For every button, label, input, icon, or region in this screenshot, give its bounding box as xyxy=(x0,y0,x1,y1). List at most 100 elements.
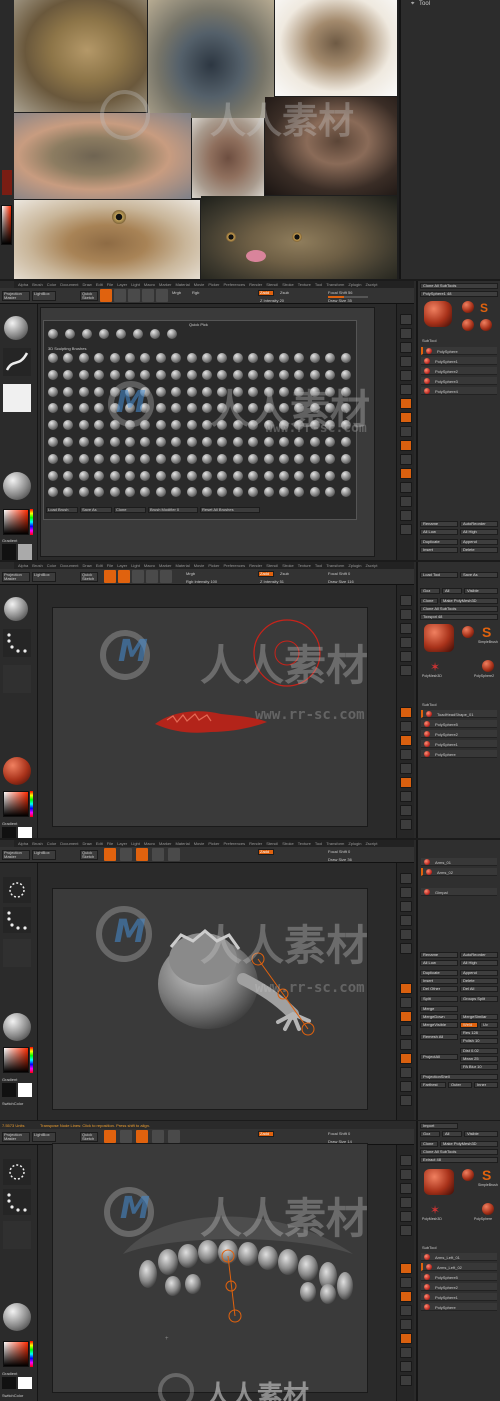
rotate-button[interactable] xyxy=(160,570,172,583)
brush-thumbnail[interactable] xyxy=(171,470,182,481)
subtool-row[interactable]: PolySphere1 xyxy=(421,357,497,365)
menu-brush[interactable]: Brush xyxy=(32,282,42,287)
tool-thumb-polysphere[interactable] xyxy=(482,660,494,672)
subtool-row[interactable]: PolySphere1 xyxy=(421,1293,497,1301)
lsym-button[interactable] xyxy=(400,440,412,451)
append-button[interactable]: Append xyxy=(460,970,498,976)
scale-nav-button[interactable] xyxy=(400,496,412,507)
menu-marker[interactable]: Marker xyxy=(159,282,171,287)
brush-thumbnail[interactable] xyxy=(248,470,259,481)
transpose-brush-icon[interactable] xyxy=(3,1159,31,1185)
menu-light[interactable]: Light xyxy=(131,563,140,568)
brush-thumbnail[interactable] xyxy=(325,487,336,498)
move-nav-button[interactable] xyxy=(400,1347,412,1358)
brush-thumbnail[interactable] xyxy=(171,403,182,414)
subtool-header[interactable]: SubTool xyxy=(422,1245,436,1250)
xyz-button[interactable] xyxy=(400,763,412,774)
clone-all-subtools-button[interactable]: Clone All SubTools xyxy=(420,1149,498,1155)
menu-stroke[interactable]: Stroke xyxy=(282,563,294,568)
secondary-color-swatch[interactable] xyxy=(18,544,32,560)
tool-thumb-star-icon[interactable]: ✶ xyxy=(430,660,440,674)
brush-thumbnail[interactable] xyxy=(155,470,166,481)
subtool-row[interactable]: PolySphere5 xyxy=(421,1273,497,1281)
gradient-label[interactable]: Gradient xyxy=(2,1077,17,1082)
hue-strip[interactable] xyxy=(30,1047,33,1073)
brush-thumbnail[interactable] xyxy=(109,369,120,380)
lightbox-button[interactable]: LightBox xyxy=(32,291,56,301)
menu-file[interactable]: File xyxy=(107,841,113,846)
subtool-row[interactable]: Arms_01 xyxy=(421,858,497,866)
brush-thumbnail[interactable] xyxy=(140,487,151,498)
save-as-button[interactable]: Save As xyxy=(460,572,498,578)
hue-strip[interactable] xyxy=(30,791,33,817)
brush-thumbnail[interactable] xyxy=(63,420,74,431)
all-button[interactable]: All xyxy=(442,1131,462,1137)
brush-thumbnail[interactable] xyxy=(78,403,89,414)
brush-thumbnail[interactable] xyxy=(248,353,259,363)
frame-button[interactable] xyxy=(400,777,412,788)
brush-thumbnail[interactable] xyxy=(217,437,228,447)
brush-thumbnail[interactable] xyxy=(325,470,336,481)
menu-stencil[interactable]: Stencil xyxy=(266,563,278,568)
menu-picker[interactable]: Picker xyxy=(208,282,219,287)
goz-button[interactable]: Goz xyxy=(420,1131,440,1137)
save-as-button[interactable]: Save As xyxy=(80,507,112,513)
actual-button[interactable] xyxy=(400,651,412,662)
edit-button[interactable] xyxy=(104,570,116,583)
stroke-dots-icon[interactable] xyxy=(3,629,31,657)
menu-file[interactable]: File xyxy=(107,282,113,287)
brush-thumbnail[interactable] xyxy=(186,369,197,380)
alpha-icon[interactable] xyxy=(3,665,31,693)
secondary-color-swatch[interactable] xyxy=(18,1083,32,1097)
brush-thumbnail[interactable] xyxy=(294,470,305,481)
menu-edit[interactable]: Edit xyxy=(96,841,103,846)
duplicate-button[interactable]: Duplicate xyxy=(420,539,458,545)
brush-thumbnail[interactable] xyxy=(78,353,89,363)
menu-zscript[interactable]: Zscript xyxy=(365,563,377,568)
menu-color[interactable]: Color xyxy=(47,841,57,846)
color-picker[interactable] xyxy=(3,1047,29,1073)
local-button[interactable] xyxy=(400,735,412,746)
scale-nav-button[interactable] xyxy=(400,1081,412,1092)
zsub-label[interactable]: Zsub xyxy=(280,290,289,295)
brush-thumbnail[interactable] xyxy=(294,487,305,498)
brush-thumbnail[interactable] xyxy=(232,453,243,464)
quick-brush-damstandard[interactable] xyxy=(150,329,160,339)
edit-button[interactable] xyxy=(104,848,116,861)
make-polymesh3d-button[interactable]: Make PolyMesh3D xyxy=(440,1141,498,1147)
scroll-button[interactable] xyxy=(400,342,412,353)
subtool-row[interactable]: PolySphere2 xyxy=(421,730,497,738)
brush-thumbnail[interactable] xyxy=(325,437,336,447)
lsym-button[interactable] xyxy=(400,1025,412,1036)
quick-brush-inflat[interactable] xyxy=(133,329,143,339)
quick-brush-move[interactable] xyxy=(99,329,109,339)
tool-thumb-simplebrush-icon[interactable]: S xyxy=(482,1167,491,1183)
brush-thumbnail[interactable] xyxy=(232,437,243,447)
gradient-label[interactable]: Gradient xyxy=(2,1371,17,1376)
mrgb-label[interactable]: Mrgb xyxy=(172,290,181,295)
brush-thumbnail[interactable] xyxy=(94,420,105,431)
tool-thumb-sphere[interactable] xyxy=(462,1169,474,1181)
brush-thumbnail[interactable] xyxy=(340,353,351,363)
insert-button[interactable]: Insert xyxy=(420,547,458,553)
brush-thumbnail[interactable] xyxy=(325,353,336,363)
brush-thumbnail[interactable] xyxy=(78,369,89,380)
actual-button[interactable] xyxy=(400,370,412,381)
autoreorder-button[interactable]: AutoReorder xyxy=(460,521,498,527)
menu-stencil[interactable]: Stencil xyxy=(266,841,278,846)
draw-button[interactable] xyxy=(114,289,126,302)
brush-thumbnail[interactable] xyxy=(155,487,166,498)
brush-thumbnail[interactable] xyxy=(325,453,336,464)
quick-sketch-button[interactable]: Quick Sketch xyxy=(80,572,98,582)
load-tool-button[interactable]: Load Tool xyxy=(420,572,458,578)
xyz-button[interactable] xyxy=(400,1039,412,1050)
aahalf-button[interactable] xyxy=(400,665,412,676)
load-brush-button[interactable]: Load Brush xyxy=(46,507,78,513)
brush-thumbnail[interactable] xyxy=(155,453,166,464)
hue-strip[interactable] xyxy=(30,509,33,535)
gradient-label[interactable]: Gradient xyxy=(2,538,17,543)
brush-thumbnail[interactable] xyxy=(263,470,274,481)
gradient-label[interactable]: Gradient xyxy=(2,821,17,826)
brush-thumbnail[interactable] xyxy=(78,453,89,464)
subtool-row[interactable]: PolySphere1 xyxy=(421,740,497,748)
